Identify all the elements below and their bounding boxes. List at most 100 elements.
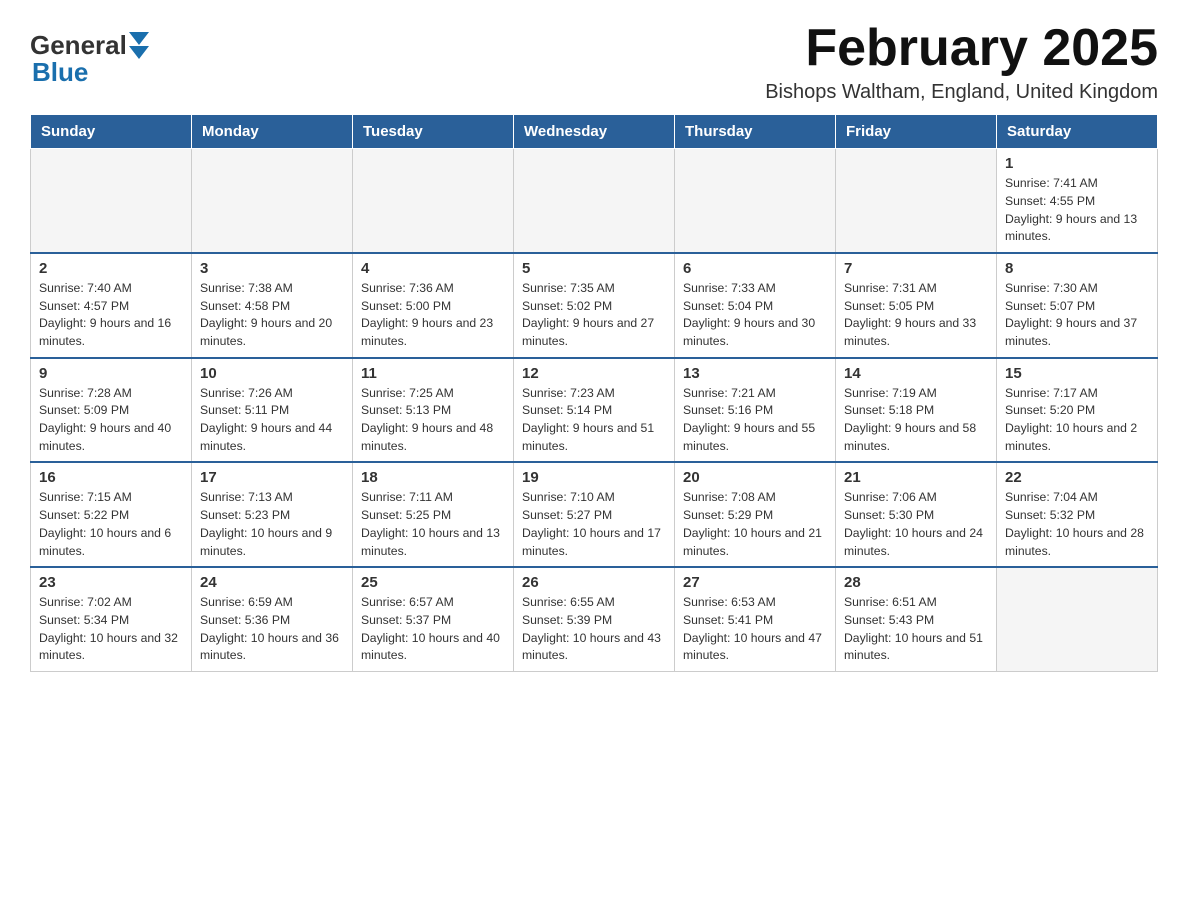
weekday-header-thursday: Thursday (675, 115, 836, 149)
weekday-header-monday: Monday (192, 115, 353, 149)
day-number: 24 (200, 574, 344, 591)
day-info: Sunrise: 7:19 AMSunset: 5:18 PMDaylight:… (844, 385, 988, 456)
day-number: 18 (361, 469, 505, 486)
day-number: 14 (844, 365, 988, 382)
calendar-cell: 23Sunrise: 7:02 AMSunset: 5:34 PMDayligh… (31, 567, 192, 671)
calendar-week-row: 9 Sunrise: 7:28 AMSunset: 5:09 PMDaylight… (31, 358, 1158, 463)
day-info: Sunrise: 7:26 AMSunset: 5:11 PMDaylight:… (200, 385, 344, 456)
day-info: Sunrise: 6:51 AMSunset: 5:43 PMDaylight:… (844, 594, 988, 665)
day-info: Sunrise: 7:23 AMSunset: 5:14 PMDaylight:… (522, 385, 666, 456)
calendar-week-row: 23Sunrise: 7:02 AMSunset: 5:34 PMDayligh… (31, 567, 1158, 671)
day-info: Sunrise: 7:36 AMSunset: 5:00 PMDaylight:… (361, 280, 505, 351)
calendar-cell: 15 Sunrise: 7:17 AMSunset: 5:20 PMDayligh… (997, 358, 1158, 463)
calendar-cell: 12 Sunrise: 7:23 AMSunset: 5:14 PMDayligh… (514, 358, 675, 463)
day-number: 20 (683, 469, 827, 486)
calendar-cell: 11 Sunrise: 7:25 AMSunset: 5:13 PMDayligh… (353, 358, 514, 463)
page-header: General Blue February 2025 Bishops Walth… (30, 20, 1158, 104)
calendar-cell: 21 Sunrise: 7:06 AMSunset: 5:30 PMDayligh… (836, 462, 997, 567)
calendar-cell: 27 Sunrise: 6:53 AMSunset: 5:41 PMDayligh… (675, 567, 836, 671)
calendar-table: SundayMondayTuesdayWednesdayThursdayFrid… (30, 114, 1158, 672)
calendar-cell: 4 Sunrise: 7:36 AMSunset: 5:00 PMDaylight… (353, 253, 514, 358)
calendar-cell: 22 Sunrise: 7:04 AMSunset: 5:32 PMDayligh… (997, 462, 1158, 567)
day-number: 16 (39, 469, 183, 486)
day-number: 27 (683, 574, 827, 591)
month-title: February 2025 (765, 20, 1158, 77)
calendar-cell: 14 Sunrise: 7:19 AMSunset: 5:18 PMDayligh… (836, 358, 997, 463)
calendar-cell: 8 Sunrise: 7:30 AMSunset: 5:07 PMDaylight… (997, 253, 1158, 358)
calendar-cell (836, 149, 997, 253)
day-info: Sunrise: 7:41 AMSunset: 4:55 PMDaylight:… (1005, 175, 1149, 246)
calendar-week-row: 2 Sunrise: 7:40 AMSunset: 4:57 PMDaylight… (31, 253, 1158, 358)
day-info: Sunrise: 7:38 AMSunset: 4:58 PMDaylight:… (200, 280, 344, 351)
weekday-header-sunday: Sunday (31, 115, 192, 149)
calendar-cell: 25 Sunrise: 6:57 AMSunset: 5:37 PMDayligh… (353, 567, 514, 671)
calendar-cell: 19 Sunrise: 7:10 AMSunset: 5:27 PMDayligh… (514, 462, 675, 567)
weekday-header-wednesday: Wednesday (514, 115, 675, 149)
day-info: Sunrise: 7:35 AMSunset: 5:02 PMDaylight:… (522, 280, 666, 351)
calendar-cell: 13 Sunrise: 7:21 AMSunset: 5:16 PMDayligh… (675, 358, 836, 463)
day-number: 2 (39, 260, 183, 277)
day-info: Sunrise: 7:11 AMSunset: 5:25 PMDaylight:… (361, 489, 505, 560)
day-info: Sunrise: 7:40 AMSunset: 4:57 PMDaylight:… (39, 280, 183, 351)
day-info: Sunrise: 7:08 AMSunset: 5:29 PMDaylight:… (683, 489, 827, 560)
day-info: Sunrise: 7:04 AMSunset: 5:32 PMDaylight:… (1005, 489, 1149, 560)
day-number: 26 (522, 574, 666, 591)
calendar-cell: 20 Sunrise: 7:08 AMSunset: 5:29 PMDayligh… (675, 462, 836, 567)
day-number: 9 (39, 365, 183, 382)
calendar-cell (192, 149, 353, 253)
weekday-header-friday: Friday (836, 115, 997, 149)
day-number: 21 (844, 469, 988, 486)
day-info: Sunrise: 7:10 AMSunset: 5:27 PMDaylight:… (522, 489, 666, 560)
day-info: Sunrise: 7:15 AMSunset: 5:22 PMDaylight:… (39, 489, 183, 560)
calendar-week-row: 1 Sunrise: 7:41 AMSunset: 4:55 PMDaylight… (31, 149, 1158, 253)
day-info: Sunrise: 7:13 AMSunset: 5:23 PMDaylight:… (200, 489, 344, 560)
day-info: Sunrise: 6:55 AMSunset: 5:39 PMDaylight:… (522, 594, 666, 665)
calendar-cell: 10 Sunrise: 7:26 AMSunset: 5:11 PMDayligh… (192, 358, 353, 463)
day-number: 28 (844, 574, 988, 591)
calendar-cell (514, 149, 675, 253)
location: Bishops Waltham, England, United Kingdom (765, 81, 1158, 104)
day-number: 22 (1005, 469, 1149, 486)
day-info: Sunrise: 6:59 AMSunset: 5:36 PMDaylight:… (200, 594, 344, 665)
calendar-cell: 5Sunrise: 7:35 AMSunset: 5:02 PMDaylight… (514, 253, 675, 358)
title-block: February 2025 Bishops Waltham, England, … (765, 20, 1158, 104)
weekday-header-saturday: Saturday (997, 115, 1158, 149)
day-info: Sunrise: 7:33 AMSunset: 5:04 PMDaylight:… (683, 280, 827, 351)
calendar-week-row: 16 Sunrise: 7:15 AMSunset: 5:22 PMDayligh… (31, 462, 1158, 567)
day-number: 25 (361, 574, 505, 591)
calendar-cell: 9 Sunrise: 7:28 AMSunset: 5:09 PMDaylight… (31, 358, 192, 463)
day-info: Sunrise: 7:17 AMSunset: 5:20 PMDaylight:… (1005, 385, 1149, 456)
day-number: 4 (361, 260, 505, 277)
day-info: Sunrise: 7:21 AMSunset: 5:16 PMDaylight:… (683, 385, 827, 456)
day-info: Sunrise: 7:28 AMSunset: 5:09 PMDaylight:… (39, 385, 183, 456)
calendar-cell: 2 Sunrise: 7:40 AMSunset: 4:57 PMDaylight… (31, 253, 192, 358)
day-info: Sunrise: 7:25 AMSunset: 5:13 PMDaylight:… (361, 385, 505, 456)
day-number: 15 (1005, 365, 1149, 382)
day-number: 1 (1005, 155, 1149, 172)
day-number: 13 (683, 365, 827, 382)
day-info: Sunrise: 7:06 AMSunset: 5:30 PMDaylight:… (844, 489, 988, 560)
day-number: 3 (200, 260, 344, 277)
calendar-cell: 18 Sunrise: 7:11 AMSunset: 5:25 PMDayligh… (353, 462, 514, 567)
calendar-cell: 28 Sunrise: 6:51 AMSunset: 5:43 PMDayligh… (836, 567, 997, 671)
calendar-cell (997, 567, 1158, 671)
day-info: Sunrise: 7:30 AMSunset: 5:07 PMDaylight:… (1005, 280, 1149, 351)
day-number: 17 (200, 469, 344, 486)
day-number: 7 (844, 260, 988, 277)
calendar-cell: 24 Sunrise: 6:59 AMSunset: 5:36 PMDayligh… (192, 567, 353, 671)
weekday-header-row: SundayMondayTuesdayWednesdayThursdayFrid… (31, 115, 1158, 149)
day-number: 10 (200, 365, 344, 382)
calendar-cell: 6 Sunrise: 7:33 AMSunset: 5:04 PMDaylight… (675, 253, 836, 358)
logo: General Blue (30, 30, 149, 88)
day-number: 11 (361, 365, 505, 382)
day-number: 8 (1005, 260, 1149, 277)
day-info: Sunrise: 6:57 AMSunset: 5:37 PMDaylight:… (361, 594, 505, 665)
day-number: 6 (683, 260, 827, 277)
calendar-cell: 1 Sunrise: 7:41 AMSunset: 4:55 PMDaylight… (997, 149, 1158, 253)
calendar-cell: 3 Sunrise: 7:38 AMSunset: 4:58 PMDaylight… (192, 253, 353, 358)
day-number: 19 (522, 469, 666, 486)
day-info: Sunrise: 6:53 AMSunset: 5:41 PMDaylight:… (683, 594, 827, 665)
calendar-cell: 7Sunrise: 7:31 AMSunset: 5:05 PMDaylight… (836, 253, 997, 358)
day-number: 12 (522, 365, 666, 382)
calendar-cell (353, 149, 514, 253)
